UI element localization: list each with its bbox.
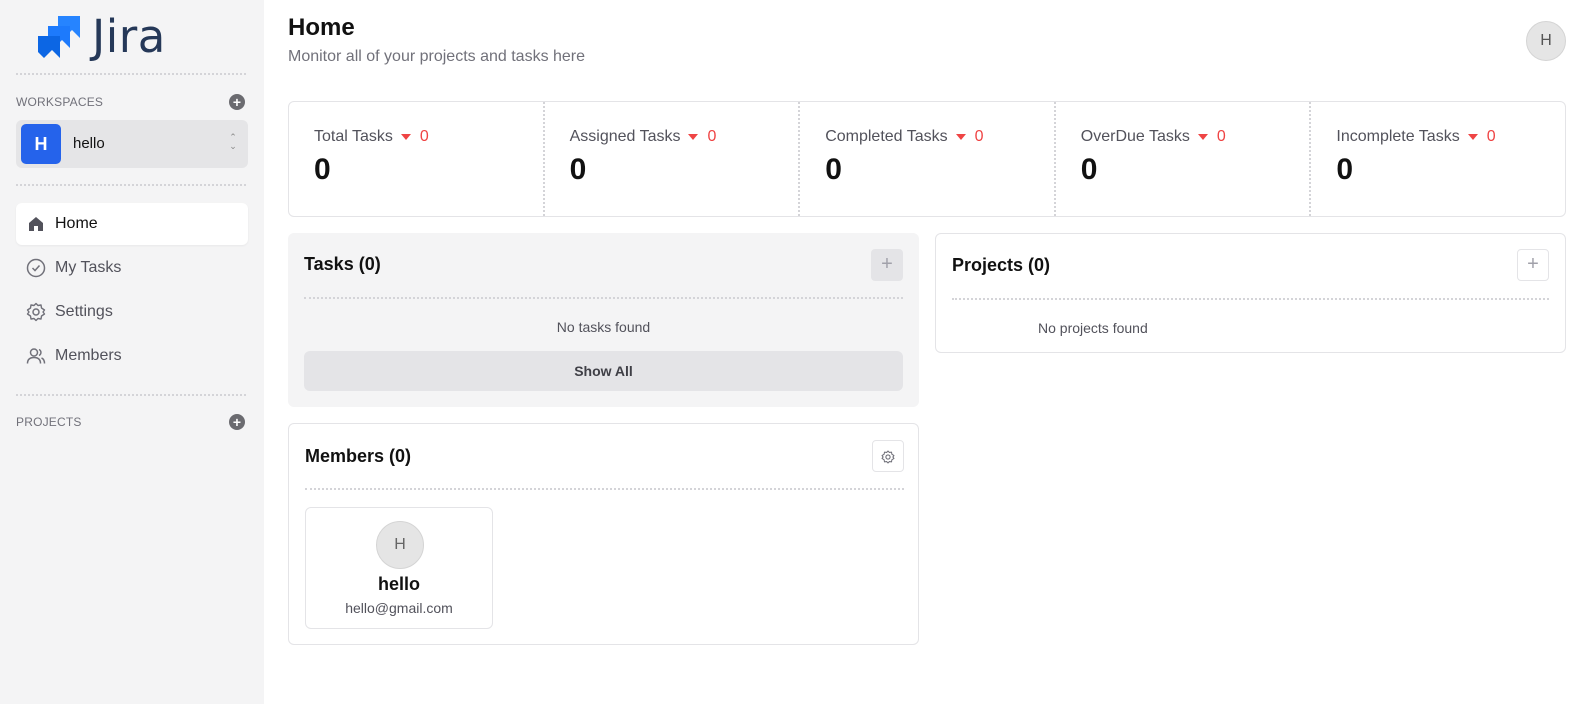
sidebar-item-label: My Tasks bbox=[55, 259, 122, 276]
stat-value: 0 bbox=[569, 153, 587, 186]
projects-empty-message: No projects found bbox=[1038, 320, 1148, 336]
divider bbox=[952, 298, 1549, 300]
caret-down-icon bbox=[1467, 134, 1478, 140]
workspaces-label: WORKSPACES bbox=[16, 95, 104, 109]
sidebar-item-members[interactable]: Members bbox=[16, 335, 248, 377]
member-email: hello@gmail.com bbox=[345, 600, 453, 616]
stat-label: Completed Tasks bbox=[825, 128, 948, 145]
stat-value: 0 bbox=[314, 153, 331, 186]
stat-label: Total Tasks bbox=[314, 128, 393, 145]
workspace-avatar: H bbox=[21, 124, 61, 164]
tasks-title: Tasks (0) bbox=[304, 254, 381, 274]
stat-total-tasks: Total Tasks 0 0 bbox=[289, 102, 543, 216]
show-all-button[interactable]: Show All bbox=[304, 351, 903, 391]
stat-delta: 0 bbox=[1216, 128, 1226, 145]
members-card: Members (0) H hello hello@gmail.com bbox=[288, 423, 919, 645]
avatar: H bbox=[376, 521, 424, 569]
jira-logo-icon bbox=[38, 15, 80, 58]
sidebar: Jira WORKSPACES + H hello ⌃ ⌄ Home My Tas… bbox=[0, 0, 264, 704]
stat-label: Assigned Tasks bbox=[569, 128, 681, 145]
caret-down-icon bbox=[400, 134, 411, 140]
add-workspace-button[interactable]: + bbox=[229, 94, 245, 110]
members-title: Members (0) bbox=[305, 446, 412, 466]
stat-label: OverDue Tasks bbox=[1080, 128, 1190, 145]
add-project-button[interactable]: + bbox=[229, 414, 245, 430]
sidebar-item-home[interactable]: Home bbox=[16, 203, 248, 245]
projects-card: Projects (0) + No projects found bbox=[935, 233, 1566, 353]
add-project-card-button[interactable]: + bbox=[1517, 249, 1549, 281]
sidebar-item-label: Home bbox=[55, 215, 98, 232]
divider bbox=[16, 394, 246, 396]
stat-completed-tasks: Completed Tasks 0 0 bbox=[798, 102, 1054, 216]
divider bbox=[305, 488, 904, 490]
stat-delta: 0 bbox=[419, 128, 429, 145]
sidebar-item-label: Members bbox=[55, 347, 122, 364]
stat-value: 0 bbox=[825, 153, 842, 186]
app-logo[interactable]: Jira bbox=[38, 14, 166, 59]
page-subtitle: Monitor all of your projects and tasks h… bbox=[288, 48, 586, 65]
home-icon bbox=[26, 214, 46, 234]
projects-title: Projects (0) bbox=[952, 255, 1051, 275]
divider bbox=[16, 184, 246, 186]
stat-overdue-tasks: OverDue Tasks 0 0 bbox=[1053, 102, 1310, 216]
logo-text: Jira bbox=[92, 10, 166, 63]
divider bbox=[304, 297, 903, 299]
tasks-empty-message: No tasks found bbox=[556, 319, 651, 335]
gear-icon bbox=[26, 302, 46, 322]
caret-down-icon bbox=[688, 134, 699, 140]
workspace-name: hello bbox=[73, 135, 105, 152]
add-task-button[interactable]: + bbox=[871, 249, 903, 281]
stat-label: Incomplete Tasks bbox=[1336, 128, 1460, 145]
members-settings-button[interactable] bbox=[872, 440, 904, 472]
stat-delta: 0 bbox=[707, 128, 717, 145]
stats-bar: Total Tasks 0 0 Assigned Tasks 0 0 Complet… bbox=[288, 101, 1566, 217]
stat-value: 0 bbox=[1336, 153, 1354, 186]
member-card[interactable]: H hello hello@gmail.com bbox=[305, 507, 493, 629]
stat-value: 0 bbox=[1080, 153, 1098, 186]
sidebar-item-settings[interactable]: Settings bbox=[16, 291, 248, 333]
chevron-updown-icon: ⌃ ⌄ bbox=[229, 132, 237, 151]
caret-down-icon bbox=[1197, 134, 1208, 140]
projects-label: PROJECTS bbox=[16, 415, 82, 429]
check-circle-icon bbox=[26, 258, 46, 278]
stat-incomplete-tasks: Incomplete Tasks 0 0 bbox=[1309, 102, 1565, 216]
tasks-card: Tasks (0) + No tasks found Show All bbox=[288, 233, 919, 407]
users-icon bbox=[26, 346, 46, 366]
stat-delta: 0 bbox=[1486, 128, 1496, 145]
member-name: hello bbox=[377, 574, 420, 594]
divider bbox=[16, 73, 246, 75]
stat-assigned-tasks: Assigned Tasks 0 0 bbox=[542, 102, 799, 216]
sidebar-item-label: Settings bbox=[55, 303, 113, 320]
sidebar-item-my-tasks[interactable]: My Tasks bbox=[16, 247, 248, 289]
workspace-switcher[interactable]: H hello ⌃ ⌄ bbox=[16, 120, 248, 168]
page-title: Home bbox=[288, 14, 355, 41]
user-avatar[interactable]: H bbox=[1526, 21, 1566, 61]
stat-delta: 0 bbox=[974, 128, 984, 145]
caret-down-icon bbox=[955, 134, 966, 140]
gear-icon bbox=[881, 450, 895, 464]
